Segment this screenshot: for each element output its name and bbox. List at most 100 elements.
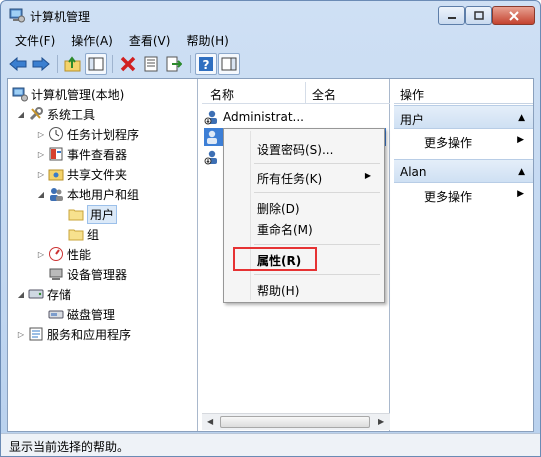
- tree-item-groups[interactable]: 组: [68, 224, 99, 244]
- maximize-button[interactable]: [465, 6, 492, 25]
- menu-separator: [254, 192, 380, 193]
- menu-item-label: 设置密码(S)...: [257, 143, 334, 157]
- expand-triangle-icon[interactable]: ▷: [16, 330, 26, 339]
- tree-item-performance[interactable]: ▷ 性能: [36, 244, 91, 264]
- tree-item-device-manager[interactable]: 设备管理器: [48, 264, 127, 284]
- menu-help[interactable]: 帮助(H): [178, 29, 236, 49]
- menu-file[interactable]: 文件(F): [7, 29, 63, 49]
- list-header: 名称 全名: [202, 82, 390, 104]
- tree-item-system-tools[interactable]: ◢ 系统工具: [16, 104, 95, 124]
- properties-button[interactable]: [140, 53, 162, 75]
- collapse-up-icon[interactable]: ▲: [518, 167, 525, 177]
- tree-label: 性能: [67, 247, 92, 262]
- list-item-label: Administrat...: [223, 110, 304, 124]
- scroll-right-arrow-icon[interactable]: ▶: [378, 417, 384, 426]
- performance-icon: [49, 247, 63, 261]
- folder-up-icon: [64, 55, 81, 71]
- svg-text:?: ?: [203, 58, 210, 72]
- actions-section-alan[interactable]: Alan ▲: [394, 159, 533, 183]
- list-item-administrator[interactable]: Administrat...: [204, 108, 304, 126]
- tree-label: 共享文件夹: [67, 167, 128, 182]
- console-tree-icon: [88, 57, 104, 70]
- tree-item-disk-management[interactable]: 磁盘管理: [48, 304, 115, 324]
- close-button[interactable]: [492, 6, 535, 25]
- tree-item-event-viewer[interactable]: ▷ 事件查看器: [36, 144, 127, 164]
- export-list-button[interactable]: [163, 53, 185, 75]
- submenu-arrow-icon: ▶: [517, 189, 524, 199]
- console-tree: 计算机管理(本地) ◢ 系统工具 ▷ 任务计划程序 ▷ 事件查看器 ▷ 共享文件…: [8, 79, 198, 431]
- tree-label: 任务计划程序: [67, 127, 140, 142]
- tree-item-services-applications[interactable]: ▷ 服务和应用程序: [16, 324, 131, 344]
- tree-item-storage[interactable]: ◢ 存储: [16, 284, 71, 304]
- tree-item-users[interactable]: 用户: [68, 204, 118, 224]
- forward-button[interactable]: [30, 53, 52, 75]
- scroll-left-arrow-icon[interactable]: ◀: [207, 417, 213, 426]
- menu-item-label: 所有任务(K): [257, 172, 323, 186]
- collapse-triangle-icon[interactable]: ◢: [16, 110, 26, 119]
- up-one-level-button[interactable]: [62, 53, 84, 75]
- collapse-triangle-icon[interactable]: ◢: [36, 190, 46, 199]
- menu-view[interactable]: 查看(V): [121, 29, 179, 49]
- column-header-name[interactable]: 名称: [202, 82, 306, 103]
- show-hide-action-pane-button[interactable]: [218, 52, 240, 75]
- menu-item-help[interactable]: 帮助(H): [257, 279, 377, 299]
- status-bar: 显示当前选择的帮助。: [1, 433, 540, 456]
- tree-item-task-scheduler[interactable]: ▷ 任务计划程序: [36, 124, 139, 144]
- tree-label: 用户: [87, 204, 118, 224]
- tree-label: 计算机管理(本地): [31, 87, 125, 102]
- event-viewer-icon: [49, 147, 63, 161]
- users-group-icon: [50, 188, 63, 201]
- window-title: 计算机管理: [30, 10, 91, 24]
- delete-button[interactable]: [117, 53, 139, 75]
- delete-x-icon: [120, 56, 136, 71]
- help-button[interactable]: ?: [195, 52, 217, 75]
- column-header-fullname[interactable]: 全名: [306, 82, 336, 103]
- menu-separator: [254, 163, 380, 164]
- menu-action[interactable]: 操作(A): [63, 29, 121, 49]
- minimize-button[interactable]: [438, 6, 465, 25]
- expand-triangle-icon[interactable]: ▷: [36, 170, 46, 179]
- menu-item-label: 重命名(M): [257, 223, 313, 237]
- status-text: 显示当前选择的帮助。: [9, 440, 130, 454]
- tree-item-local-users-groups[interactable]: ◢ 本地用户和组: [36, 184, 139, 204]
- collapse-triangle-icon[interactable]: ◢: [16, 290, 26, 299]
- menu-item-set-password[interactable]: 设置密码(S)...: [257, 138, 377, 158]
- close-icon: [508, 10, 519, 21]
- menu-separator: [254, 274, 380, 275]
- properties-highlight-box: [233, 247, 317, 271]
- shared-folder-icon: [48, 169, 64, 181]
- menu-item-rename[interactable]: 重命名(M): [257, 218, 377, 238]
- toolbar-separator: [57, 54, 58, 73]
- tree-item-computer-management[interactable]: 计算机管理(本地): [12, 84, 124, 104]
- action-more-actions-users[interactable]: 更多操作 ▶: [394, 131, 533, 151]
- action-label: 更多操作: [424, 136, 473, 150]
- expand-triangle-icon[interactable]: ▷: [36, 150, 46, 159]
- forward-arrow-icon: [32, 56, 50, 71]
- expand-triangle-icon[interactable]: ▷: [36, 130, 46, 139]
- clock-icon: [49, 127, 63, 141]
- computer-management-icon: [9, 8, 25, 23]
- show-hide-console-tree-button[interactable]: [85, 52, 107, 75]
- collapse-up-icon[interactable]: ▲: [518, 113, 525, 123]
- section-label: 用户: [400, 113, 425, 127]
- submenu-arrow-icon: ▶: [364, 171, 371, 180]
- expand-triangle-icon[interactable]: ▷: [36, 250, 46, 259]
- tools-icon: [29, 107, 43, 121]
- user-disabled-icon: [204, 110, 217, 125]
- title-bar[interactable]: 计算机管理: [1, 1, 540, 29]
- back-button[interactable]: [7, 53, 29, 75]
- user-icon: [207, 130, 217, 144]
- disk-management-icon: [48, 310, 64, 319]
- horizontal-scrollbar[interactable]: ◀ ▶: [202, 413, 390, 430]
- menu-bar: 文件(F) 操作(A) 查看(V) 帮助(H): [7, 29, 534, 49]
- menu-item-all-tasks[interactable]: 所有任务(K) ▶: [257, 167, 377, 187]
- tree-item-shared-folders[interactable]: ▷ 共享文件夹: [36, 164, 127, 184]
- actions-section-users[interactable]: 用户 ▲: [394, 105, 533, 129]
- action-more-actions-alan[interactable]: 更多操作 ▶: [394, 185, 533, 205]
- menu-item-delete[interactable]: 删除(D): [257, 197, 377, 217]
- tree-label: 系统工具: [47, 107, 96, 122]
- list-item-guest[interactable]: [204, 148, 223, 166]
- device-manager-icon: [49, 268, 63, 280]
- scrollbar-thumb[interactable]: [220, 416, 370, 428]
- tree-label: 服务和应用程序: [47, 327, 132, 342]
